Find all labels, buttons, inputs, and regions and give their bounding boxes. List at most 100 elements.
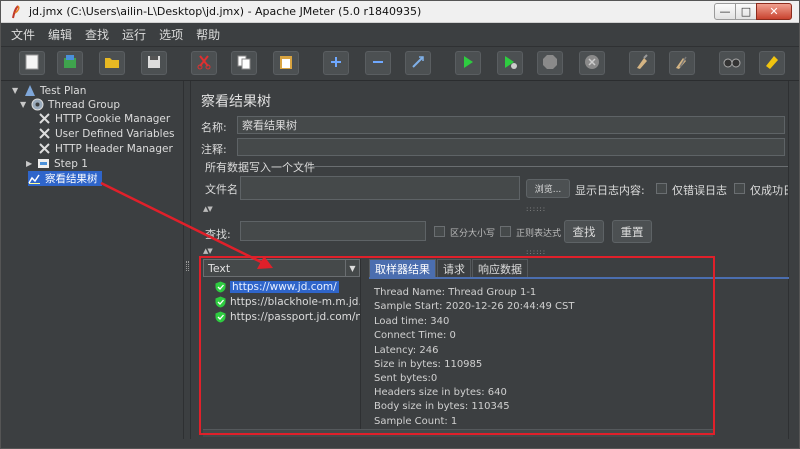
tree-item-user-defined-variables[interactable]: User Defined Variables <box>38 126 175 141</box>
config-icon <box>38 127 51 140</box>
menu-run[interactable]: 运行 <box>120 24 148 45</box>
copy-icon <box>236 54 252 73</box>
panel-title: 察看结果树 <box>201 94 271 110</box>
collapse-all-button[interactable] <box>365 51 391 75</box>
new-icon <box>25 54 39 73</box>
success-only-label: 仅成功日志 <box>750 184 792 197</box>
divider-grip-2[interactable]: :::::: <box>526 248 546 256</box>
name-field[interactable]: 察看结果树 <box>237 116 785 134</box>
cut-icon <box>196 54 212 73</box>
config-icon <box>38 142 51 155</box>
reset-button[interactable]: 重置 <box>612 220 652 243</box>
stop-button[interactable] <box>537 51 563 75</box>
open-button[interactable] <box>99 51 125 75</box>
tree-item-label: Thread Group <box>48 98 121 111</box>
toggle-button[interactable] <box>405 51 431 75</box>
collapse-arrows-icon-2[interactable]: ▲▼ <box>203 247 213 255</box>
new-button[interactable] <box>19 51 45 75</box>
controller-icon <box>37 157 50 170</box>
menu-bar: 文件 编辑 查找 运行 选项 帮助 <box>1 23 799 47</box>
tree-item-cookie-manager[interactable]: HTTP Cookie Manager <box>38 111 170 126</box>
file-group-border <box>311 166 791 167</box>
menu-file[interactable]: 文件 <box>9 24 37 45</box>
collapse-arrows-icon[interactable]: ▲▼ <box>203 205 213 213</box>
regex-checkbox[interactable] <box>500 226 511 237</box>
comment-field[interactable] <box>237 138 785 156</box>
cut-button[interactable] <box>191 51 217 75</box>
reset-search-button[interactable] <box>759 51 785 75</box>
title-bar: jd.jmx (C:\Users\ailin-L\Desktop\jd.jmx)… <box>1 1 799 23</box>
menu-edit[interactable]: 编辑 <box>46 24 74 45</box>
browse-button[interactable]: 浏览... <box>526 179 570 198</box>
file-group-title: 所有数据写入一个文件 <box>205 161 315 174</box>
collapse-icon <box>371 55 385 72</box>
close-button[interactable]: ✕ <box>756 3 792 20</box>
start-icon <box>462 55 474 72</box>
clear-icon <box>634 53 650 73</box>
errors-only-checkbox[interactable] <box>656 183 667 194</box>
regex-label: 正则表达式 <box>516 229 562 239</box>
search-icon <box>723 55 741 72</box>
copy-button[interactable] <box>231 51 257 75</box>
main-splitter[interactable] <box>183 81 191 439</box>
reset-search-icon <box>764 54 780 73</box>
search-label: 查找: <box>205 228 231 241</box>
tree-item-label: HTTP Cookie Manager <box>55 112 171 125</box>
toggle-icon <box>410 54 426 73</box>
annotation-box <box>199 256 715 435</box>
start-no-pause-button[interactable] <box>497 51 523 75</box>
open-icon <box>104 55 120 72</box>
tree-item-label: Step 1 <box>54 157 88 170</box>
templates-button[interactable] <box>57 51 83 75</box>
test-plan-icon <box>23 84 36 97</box>
filename-field[interactable] <box>240 176 520 200</box>
right-scrollbar[interactable] <box>788 81 796 439</box>
stop-icon <box>542 54 558 73</box>
menu-search[interactable]: 查找 <box>83 24 111 45</box>
tree-item-step-1[interactable]: ▶ Step 1 <box>26 156 88 171</box>
menu-help[interactable]: 帮助 <box>194 24 222 45</box>
expand-all-button[interactable] <box>323 51 349 75</box>
save-button[interactable] <box>141 51 167 75</box>
filename-label: 文件名 <box>205 183 238 196</box>
comment-label: 注释: <box>201 143 227 156</box>
search-input[interactable] <box>240 221 426 241</box>
clear-all-button[interactable] <box>669 51 695 75</box>
toolbar <box>1 47 799 81</box>
save-icon <box>147 55 161 72</box>
listener-icon <box>28 172 41 185</box>
tree-item-header-manager[interactable]: HTTP Header Manager <box>38 141 173 156</box>
expanded-arrow-icon[interactable]: ▼ <box>12 86 21 95</box>
jmeter-feather-icon <box>9 4 23 19</box>
paste-button[interactable] <box>273 51 299 75</box>
jmeter-window: jd.jmx (C:\Users\ailin-L\Desktop\jd.jmx)… <box>0 0 800 449</box>
expanded-arrow-icon[interactable]: ▼ <box>20 100 29 109</box>
name-label: 名称: <box>201 121 227 134</box>
tree-item-test-plan[interactable]: ▼ Test Plan <box>12 83 86 98</box>
success-only-checkbox[interactable] <box>734 183 745 194</box>
shutdown-button[interactable] <box>579 51 605 75</box>
shutdown-icon <box>584 54 600 73</box>
start-button[interactable] <box>455 51 481 75</box>
case-sensitive-checkbox[interactable] <box>434 226 445 237</box>
collapsed-arrow-icon[interactable]: ▶ <box>26 159 35 168</box>
case-sensitive-label: 区分大小写 <box>450 229 496 239</box>
tree-item-label: Test Plan <box>40 84 87 97</box>
log-display-label: 显示日志内容: <box>575 184 645 197</box>
thread-group-icon <box>31 98 44 111</box>
clear-button[interactable] <box>629 51 655 75</box>
templates-icon <box>62 54 78 73</box>
minimize-button[interactable]: — <box>714 3 736 20</box>
test-plan-tree: ▼ Test Plan ▼ Thread Group HTTP Cookie M… <box>6 81 183 439</box>
maximize-button[interactable]: □ <box>735 3 757 20</box>
paste-icon <box>279 54 293 73</box>
window-title: jd.jmx (C:\Users\ailin-L\Desktop\jd.jmx)… <box>29 5 422 18</box>
search-button[interactable]: 查找 <box>564 220 604 243</box>
tree-item-view-results-tree[interactable]: 察看结果树 <box>28 171 102 186</box>
errors-only-label: 仅错误日志 <box>672 184 727 197</box>
splitter-grip[interactable] <box>186 261 189 271</box>
tree-item-thread-group[interactable]: ▼ Thread Group <box>20 97 120 112</box>
menu-options[interactable]: 选项 <box>157 24 185 45</box>
divider-grip[interactable]: :::::: <box>526 205 546 213</box>
search-button-toolbar[interactable] <box>719 51 745 75</box>
